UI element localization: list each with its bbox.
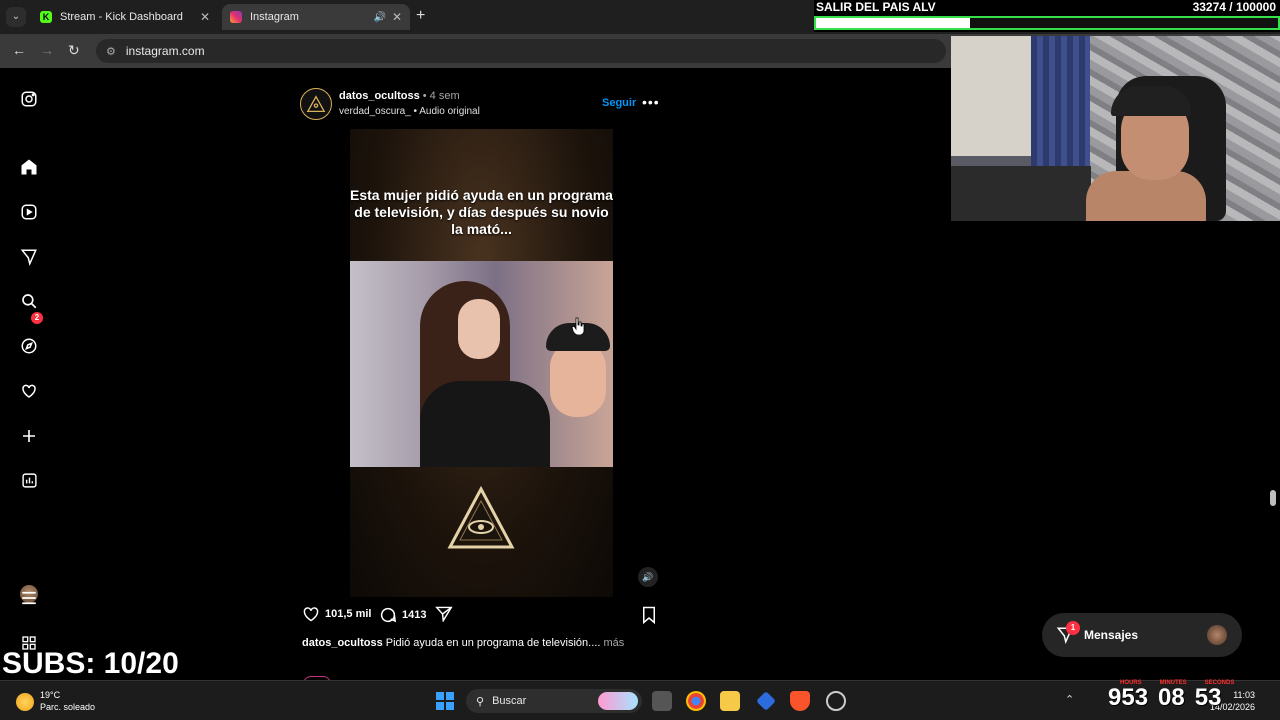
windows-taskbar: 19°C Parc. soleado ⚲ Buscar ⌃ 11:03 14/0… <box>0 680 1280 720</box>
direct-badge: 2 <box>31 312 43 324</box>
webcam-feed <box>951 36 1280 221</box>
tray-chevron-icon[interactable]: ⌃ <box>1065 693 1074 706</box>
close-tab-icon[interactable]: ✕ <box>200 10 210 24</box>
caption-text: Pidió ayuda en un programa de televisión… <box>382 637 601 649</box>
close-tab-icon[interactable]: ✕ <box>392 10 402 24</box>
webcam-curtain <box>1031 36 1091 166</box>
hand-cursor-icon <box>571 317 585 335</box>
create-icon[interactable] <box>18 425 40 447</box>
messages-button[interactable]: 1 Mensajes <box>1042 613 1242 657</box>
speaker-icon[interactable]: 🔊 <box>373 12 385 23</box>
webcam-window <box>951 36 1031 156</box>
tab-title: Instagram <box>250 11 299 23</box>
taskbar-search-label: Buscar <box>492 695 527 707</box>
direct-icon[interactable] <box>18 246 40 268</box>
search-highlight-icon <box>598 692 638 710</box>
site-info-icon[interactable]: ⚙ <box>106 45 116 58</box>
reels-icon[interactable] <box>18 201 40 223</box>
scene-woman-face <box>458 299 500 359</box>
tab-kick-dashboard[interactable]: K Stream - Kick Dashboard ✕ <box>32 4 218 30</box>
messages-label: Mensajes <box>1084 628 1139 642</box>
taskbar-search[interactable]: ⚲ Buscar <box>466 689 642 713</box>
explore-icon[interactable] <box>18 335 40 357</box>
instagram-logo-icon <box>230 11 242 23</box>
mute-toggle-icon[interactable]: 🔊 <box>638 567 658 587</box>
post-time: • 4 sem <box>419 90 460 102</box>
weather-widget[interactable]: 19°C Parc. soleado <box>16 689 95 713</box>
goal-count: 33274 / 100000 <box>1192 0 1276 14</box>
more-menu-icon[interactable] <box>18 587 40 609</box>
post-header: datos_ocultoss • 4 sem verdad_oscura_ • … <box>300 86 660 122</box>
reel-overlay-text: Esta mujer pidió ayuda en un programa de… <box>350 187 613 237</box>
notifications-icon[interactable] <box>18 380 40 402</box>
timer-hours: 953 <box>1108 684 1149 711</box>
post-audio-line[interactable]: verdad_oscura_ • Audio original <box>339 106 480 117</box>
share-icon[interactable] <box>435 606 453 622</box>
timer-seconds: 53 <box>1194 684 1222 711</box>
goal-title: SALIR DEL PAIS ALV <box>816 0 936 14</box>
caption-username[interactable]: datos_ocultoss <box>302 637 383 649</box>
caption-more-link[interactable]: más <box>600 637 624 649</box>
stream-goal-overlay: SALIR DEL PAIS ALV 33274 / 100000 <box>814 0 1280 32</box>
address-bar[interactable]: ⚙ instagram.com <box>96 39 946 63</box>
goal-progress-fill <box>816 18 970 28</box>
like-action[interactable]: 101,5 mil <box>302 606 371 622</box>
search-icon[interactable] <box>18 290 40 312</box>
reel-frame: Esta mujer pidió ayuda en un programa de… <box>350 129 613 597</box>
file-explorer-icon[interactable] <box>720 691 740 711</box>
tab-search-button[interactable]: ⌄ <box>6 7 26 27</box>
comment-action[interactable]: 1413 <box>379 606 426 624</box>
url-text: instagram.com <box>125 44 205 58</box>
messages-avatar <box>1207 625 1227 645</box>
brave-icon[interactable] <box>790 691 810 711</box>
scene-man-face <box>550 341 606 417</box>
more-options-icon[interactable]: ••• <box>642 94 660 110</box>
sun-icon <box>16 693 34 711</box>
chrome-icon[interactable] <box>686 691 706 711</box>
new-tab-button[interactable]: + <box>416 7 425 25</box>
home-icon[interactable] <box>18 156 40 178</box>
post-author-avatar[interactable] <box>300 88 332 120</box>
post-username[interactable]: datos_ocultoss <box>339 90 420 102</box>
reload-icon[interactable]: ↻ <box>68 42 80 59</box>
tab-instagram[interactable]: Instagram 🔊 ✕ <box>222 4 410 30</box>
illuminati-eye-icon <box>447 485 515 549</box>
tab-title: Stream - Kick Dashboard <box>60 11 183 23</box>
save-icon[interactable] <box>641 606 657 627</box>
goal-progress-bar <box>814 16 1280 30</box>
instagram-sidebar: 2 <box>0 68 58 680</box>
reel-video-scene <box>350 261 613 467</box>
page-scrollbar[interactable] <box>1270 490 1276 506</box>
subs-counter: SUBS: 10/20 <box>2 647 179 680</box>
kick-logo-icon: K <box>40 11 52 23</box>
like-heart-icon[interactable] <box>302 606 320 622</box>
post-caption: datos_ocultoss Pidió ayuda en un program… <box>302 637 624 649</box>
like-count: 101,5 mil <box>325 608 372 620</box>
weather-temp: 19°C <box>40 690 61 700</box>
obs-icon[interactable] <box>826 691 846 711</box>
search-icon: ⚲ <box>476 695 485 708</box>
post-username-line: datos_ocultoss • 4 sem <box>339 90 460 102</box>
reel-video[interactable]: Esta mujer pidió ayuda en un programa de… <box>293 129 668 597</box>
timer-minutes: 08 <box>1158 684 1185 711</box>
webcam-desk <box>951 166 1091 221</box>
comment-icon[interactable] <box>379 606 397 624</box>
instagram-logo-icon[interactable] <box>18 88 40 110</box>
windows-start-icon[interactable] <box>436 692 454 710</box>
messages-badge: 1 <box>1066 621 1080 635</box>
scene-woman-body <box>420 381 550 467</box>
webcam-streamer-cap <box>1111 86 1191 116</box>
task-view-icon[interactable] <box>652 691 672 711</box>
dashboard-icon[interactable] <box>18 469 40 491</box>
follow-button[interactable]: Seguir <box>602 97 636 109</box>
forward-icon[interactable]: → <box>40 42 54 58</box>
post-actions: 101,5 mil 1413 <box>302 606 662 628</box>
weather-desc: Parc. soleado <box>40 702 96 712</box>
app-diamond-icon[interactable] <box>756 691 776 711</box>
back-icon[interactable]: ← <box>12 42 26 58</box>
stream-timer: 953 08 53 <box>1108 684 1231 712</box>
comment-count: 1413 <box>402 609 427 621</box>
share-action[interactable] <box>435 606 458 622</box>
